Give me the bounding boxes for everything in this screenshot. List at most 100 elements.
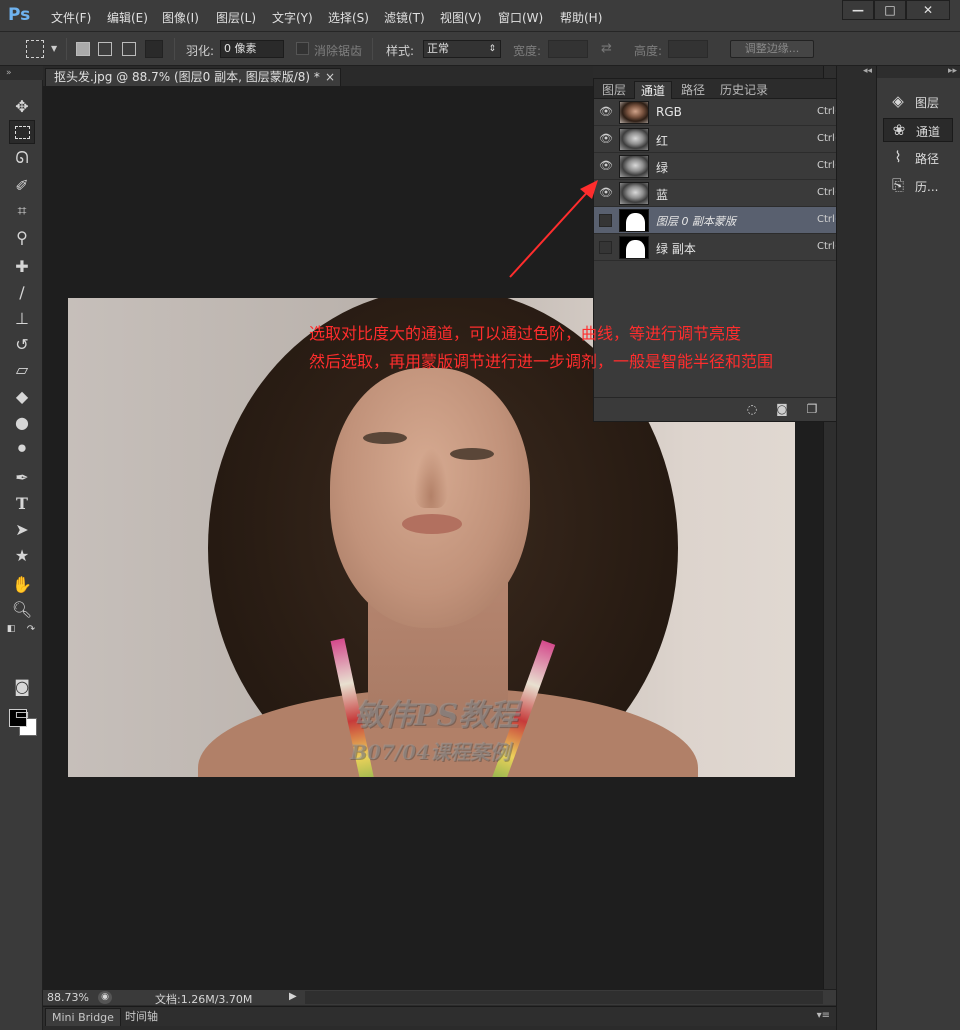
move-tool-icon[interactable]: ✥ <box>9 94 35 118</box>
tab-timeline[interactable]: 时间轴 <box>119 1008 164 1026</box>
status-menu-arrow-icon[interactable]: ▶ <box>289 991 297 1002</box>
default-colors-icon[interactable]: ◧ <box>4 622 18 636</box>
pen-tool-icon[interactable]: ✒ <box>9 465 35 489</box>
screen-mode-icon[interactable]: ▭ <box>9 701 35 725</box>
chevron-down-icon[interactable]: ▼ <box>51 44 57 53</box>
expand-dock-icon[interactable]: ◂◂ <box>863 66 872 76</box>
right-panel-dock: ▸▸ ◈ 图层 ❀ 通道 ⌇ 路径 ⎘ 历... <box>876 66 960 1030</box>
quick-select-tool-icon[interactable]: ✐ <box>9 173 35 197</box>
menu-help[interactable]: 帮助(H) <box>560 9 602 26</box>
document-tab[interactable]: 抠头发.jpg @ 88.7% (图层0 副本, 图层蒙版/8) * × <box>45 68 341 86</box>
tab-layers[interactable]: 图层 <box>596 81 632 99</box>
height-input[interactable] <box>668 40 708 58</box>
channel-row-red[interactable]: 👁︎ 红 Ctrl+3 <box>594 126 860 153</box>
menu-layer[interactable]: 图层(L) <box>216 9 256 26</box>
menu-view[interactable]: 视图(V) <box>440 9 482 26</box>
paths-icon: ⌇ <box>894 148 902 166</box>
intersect-selection-icon[interactable] <box>145 40 163 58</box>
new-channel-icon[interactable]: ❐ <box>804 402 820 418</box>
dock-item-paths[interactable]: ⌇ 路径 <box>883 146 953 170</box>
menu-select[interactable]: 选择(S) <box>328 9 369 26</box>
dock-item-history[interactable]: ⎘ 历... <box>883 174 953 198</box>
zoom-tool-icon[interactable]: 🔍︎ <box>9 597 35 621</box>
maximize-button[interactable]: □ <box>874 0 906 20</box>
feather-input[interactable]: 0 像素 <box>220 40 284 58</box>
eye-icon[interactable]: 👁︎ <box>598 159 614 173</box>
refine-edge-button[interactable]: 调整边缘... <box>730 40 814 58</box>
eyedropper-tool-icon[interactable]: ⚲ <box>9 225 35 249</box>
document-title: 抠头发.jpg @ 88.7% (图层0 副本, 图层蒙版/8) * <box>54 70 320 84</box>
dock-item-label: 图层 <box>915 96 940 110</box>
clone-stamp-tool-icon[interactable]: ⊥ <box>9 306 35 330</box>
quick-mask-icon[interactable]: ◙ <box>9 674 35 698</box>
status-info-icon[interactable]: ◉ <box>98 991 112 1004</box>
feather-label: 羽化: <box>186 44 215 58</box>
type-tool-icon[interactable]: T <box>9 491 35 515</box>
dock-item-label: 历... <box>915 180 939 194</box>
app-logo: Ps <box>8 5 31 25</box>
panel-menu-icon[interactable]: ▾≡ <box>817 1010 830 1021</box>
menu-type[interactable]: 文字(Y) <box>272 9 313 26</box>
menu-file[interactable]: 文件(F) <box>51 9 91 26</box>
hand-tool-icon[interactable]: ✋ <box>9 572 35 596</box>
width-label: 宽度: <box>513 44 542 58</box>
channel-row-blue[interactable]: 👁︎ 蓝 Ctrl+5 <box>594 180 860 207</box>
tab-paths[interactable]: 路径 <box>674 81 712 99</box>
dock-item-channels[interactable]: ❀ 通道 <box>883 118 953 142</box>
swap-colors-icon[interactable]: ↷ <box>24 622 38 636</box>
document-size-info: 文档:1.26M/3.70M <box>155 993 253 1006</box>
horizontal-scrollbar[interactable] <box>305 991 823 1004</box>
lips-shape <box>402 514 462 534</box>
channel-name: 蓝 <box>656 188 669 202</box>
style-value: 正常 <box>427 42 449 55</box>
brush-tool-icon[interactable]: ∕ <box>9 280 35 304</box>
tab-history[interactable]: 历史记录 <box>714 81 774 99</box>
channel-row-layer-mask[interactable]: 图层 0 副本蒙版 Ctrl+\ <box>594 207 860 234</box>
add-selection-icon[interactable] <box>98 42 112 56</box>
close-tab-icon[interactable]: × <box>325 69 335 85</box>
marquee-tool-preset-icon[interactable] <box>26 40 44 58</box>
tab-channels[interactable]: 通道 <box>634 81 672 99</box>
new-selection-icon[interactable] <box>76 42 90 56</box>
history-brush-tool-icon[interactable]: ↺ <box>9 332 35 356</box>
crop-tool-icon[interactable]: ⌗ <box>9 199 35 223</box>
eye-icon[interactable]: 👁︎ <box>598 132 614 146</box>
lasso-tool-icon[interactable]: ᘏ <box>9 146 35 170</box>
shape-tool-icon[interactable]: ★ <box>9 543 35 567</box>
tools-panel: » ✥ ᘏ ✐ ⌗ ⚲ ✚ ∕ ⊥ ↺ ▱ ◆ ● ⚫ ✒ T ➤ ★ ✋ 🔍︎… <box>0 66 43 1030</box>
tab-mini-bridge[interactable]: Mini Bridge <box>45 1008 121 1026</box>
paint-bucket-tool-icon[interactable]: ◆ <box>9 384 35 408</box>
healing-brush-tool-icon[interactable]: ✚ <box>9 254 35 278</box>
minimize-button[interactable]: — <box>842 0 874 20</box>
save-selection-icon[interactable]: ◙ <box>774 402 790 418</box>
channel-row-green-copy[interactable]: 绿 副本 Ctrl+6 <box>594 234 860 261</box>
load-selection-icon[interactable]: ◌ <box>744 402 760 418</box>
collapse-icon[interactable]: » <box>0 66 43 80</box>
channel-row-green[interactable]: 👁︎ 绿 Ctrl+4 <box>594 153 860 180</box>
channel-row-rgb[interactable]: 👁︎ RGB Ctrl+2 <box>594 99 860 126</box>
subtract-selection-icon[interactable] <box>122 42 136 56</box>
annotation-line-2: 然后选取，再用蒙版调节进行进一步调剂，一般是智能半径和范围 <box>309 352 774 371</box>
close-button[interactable]: ✕ <box>906 0 950 20</box>
eye-icon[interactable]: 👁︎ <box>598 105 614 119</box>
menu-image[interactable]: 图像(I) <box>162 9 199 26</box>
channel-thumbnail <box>619 155 649 178</box>
style-select[interactable]: 正常 ⇕ <box>423 40 501 58</box>
zoom-level[interactable]: 88.73% <box>47 991 89 1004</box>
eraser-tool-icon[interactable]: ▱ <box>9 357 35 381</box>
width-input[interactable] <box>548 40 588 58</box>
dock-grip[interactable]: ▸▸ <box>877 66 960 78</box>
antialias-checkbox[interactable] <box>296 42 309 55</box>
channel-thumbnail <box>619 101 649 124</box>
menu-filter[interactable]: 滤镜(T) <box>384 9 425 26</box>
dock-item-layers[interactable]: ◈ 图层 <box>883 90 953 114</box>
dodge-tool-icon[interactable]: ⚫ <box>9 436 35 460</box>
swap-icon[interactable]: ⇄ <box>601 41 612 56</box>
menu-edit[interactable]: 编辑(E) <box>107 9 148 26</box>
menu-bar: Ps 文件(F) 编辑(E) 图像(I) 图层(L) 文字(Y) 选择(S) 滤… <box>0 0 960 32</box>
path-selection-tool-icon[interactable]: ➤ <box>9 517 35 541</box>
blur-tool-icon[interactable]: ● <box>9 410 35 434</box>
menu-window[interactable]: 窗口(W) <box>498 9 543 26</box>
marquee-tool-icon[interactable] <box>9 120 35 144</box>
bottom-panel-tabs: Mini Bridge 时间轴 ▾≡ <box>43 1006 836 1026</box>
